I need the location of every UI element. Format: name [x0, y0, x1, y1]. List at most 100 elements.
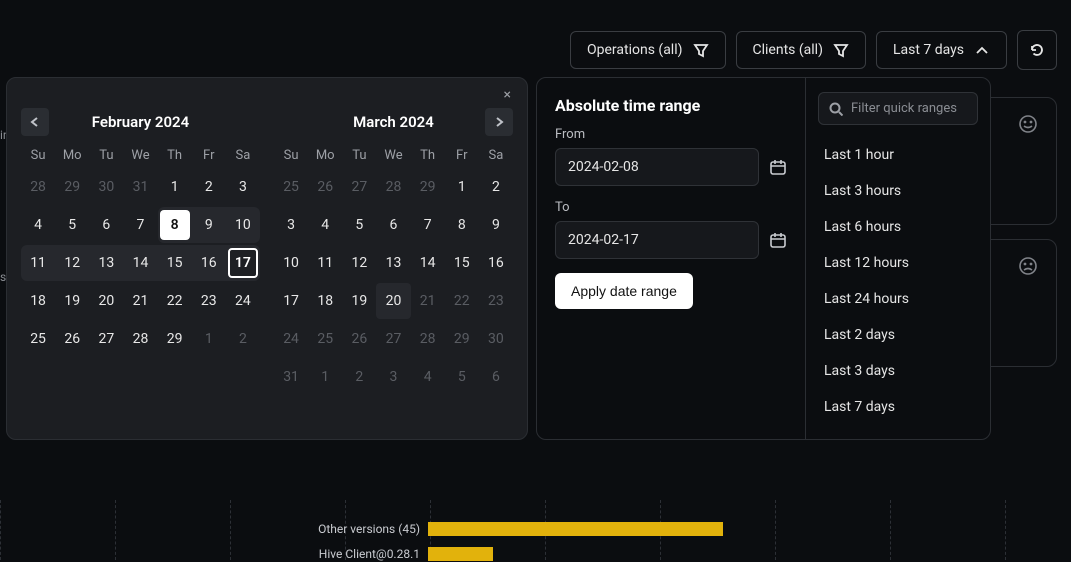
calendar-day[interactable]: 1: [308, 359, 342, 395]
apply-button[interactable]: Apply date range: [555, 273, 693, 309]
quick-range-item[interactable]: Last 2 days: [818, 317, 978, 353]
calendar-day[interactable]: 10: [274, 245, 308, 281]
calendar-day[interactable]: 24: [274, 321, 308, 357]
calendar-day[interactable]: 17: [274, 283, 308, 319]
calendar-day[interactable]: 6: [376, 207, 410, 243]
calendar-day[interactable]: 10: [226, 207, 260, 243]
calendar-day[interactable]: 6: [89, 207, 123, 243]
quick-range-item[interactable]: Last 3 days: [818, 353, 978, 389]
calendar-day[interactable]: 27: [376, 321, 410, 357]
calendar-day[interactable]: 20: [89, 283, 123, 319]
calendar-day[interactable]: 5: [55, 207, 89, 243]
calendar-day[interactable]: 16: [479, 245, 513, 281]
calendar-day[interactable]: 2: [479, 169, 513, 205]
calendar-day[interactable]: 30: [479, 321, 513, 357]
calendar-day[interactable]: 3: [376, 359, 410, 395]
calendar-day[interactable]: 15: [158, 245, 192, 281]
to-input[interactable]: [555, 221, 759, 259]
calendar-day[interactable]: 29: [411, 169, 445, 205]
calendar-day[interactable]: 27: [89, 321, 123, 357]
calendar-day[interactable]: 30: [89, 169, 123, 205]
close-icon[interactable]: ×: [502, 86, 513, 104]
calendar-day[interactable]: 1: [445, 169, 479, 205]
calendar-day[interactable]: 11: [21, 245, 55, 281]
quick-search[interactable]: [818, 92, 978, 125]
calendar-day[interactable]: 2: [226, 321, 260, 357]
calendar-day[interactable]: 7: [123, 207, 157, 243]
calendar-day[interactable]: 23: [479, 283, 513, 319]
calendar-day[interactable]: 26: [308, 169, 342, 205]
calendar-day[interactable]: 20: [376, 283, 410, 319]
calendar-day[interactable]: 26: [55, 321, 89, 357]
calendar-day[interactable]: 27: [342, 169, 376, 205]
next-month-button[interactable]: [485, 108, 513, 136]
calendar-day[interactable]: 24: [226, 283, 260, 319]
quick-range-item[interactable]: Last 3 hours: [818, 173, 978, 209]
calendar-day[interactable]: 5: [342, 207, 376, 243]
calendar-day[interactable]: 9: [192, 207, 226, 243]
calendar-day[interactable]: 25: [274, 169, 308, 205]
refresh-button[interactable]: [1017, 30, 1057, 70]
calendar-day[interactable]: 28: [123, 321, 157, 357]
calendar-day[interactable]: 3: [226, 169, 260, 205]
prev-month-button[interactable]: [21, 108, 49, 136]
operations-filter[interactable]: Operations (all): [570, 31, 726, 69]
calendar-day[interactable]: 7: [411, 207, 445, 243]
from-input[interactable]: [555, 148, 759, 186]
quick-range-item[interactable]: Last 1 hour: [818, 137, 978, 173]
calendar-day[interactable]: 3: [274, 207, 308, 243]
calendar-day[interactable]: 21: [123, 283, 157, 319]
calendar-day[interactable]: 12: [55, 245, 89, 281]
calendar-day[interactable]: 22: [158, 283, 192, 319]
calendar-icon[interactable]: [769, 158, 787, 176]
calendar-day[interactable]: 12: [342, 245, 376, 281]
calendar-day[interactable]: 19: [342, 283, 376, 319]
calendar-day[interactable]: 4: [21, 207, 55, 243]
calendar-day[interactable]: 8: [445, 207, 479, 243]
calendar-day[interactable]: 31: [274, 359, 308, 395]
calendar-day[interactable]: 21: [411, 283, 445, 319]
calendar-day[interactable]: 28: [376, 169, 410, 205]
calendar-day[interactable]: 14: [411, 245, 445, 281]
calendar-day[interactable]: 15: [445, 245, 479, 281]
calendar-day[interactable]: 29: [445, 321, 479, 357]
calendar-day[interactable]: 1: [192, 321, 226, 357]
calendar-day[interactable]: 26: [342, 321, 376, 357]
calendar-day[interactable]: 1: [158, 169, 192, 205]
range-filter[interactable]: Last 7 days: [876, 31, 1007, 69]
calendar-day[interactable]: 25: [308, 321, 342, 357]
quick-range-item[interactable]: Last 7 days: [818, 389, 978, 425]
clients-filter[interactable]: Clients (all): [736, 31, 866, 69]
calendar-day[interactable]: 8: [158, 207, 192, 243]
calendar-day[interactable]: 14: [123, 245, 157, 281]
calendar-day[interactable]: 4: [411, 359, 445, 395]
calendar-day[interactable]: 29: [158, 321, 192, 357]
calendar-day[interactable]: 2: [192, 169, 226, 205]
calendar-day[interactable]: 23: [192, 283, 226, 319]
calendar-day[interactable]: 31: [123, 169, 157, 205]
chart-bar[interactable]: [428, 522, 723, 536]
quick-range-item[interactable]: Last 24 hours: [818, 281, 978, 317]
calendar-day[interactable]: 19: [55, 283, 89, 319]
calendar-day[interactable]: 18: [21, 283, 55, 319]
calendar-icon[interactable]: [769, 231, 787, 249]
chart-bar[interactable]: [428, 547, 493, 561]
calendar-day[interactable]: 13: [89, 245, 123, 281]
calendar-day[interactable]: 16: [192, 245, 226, 281]
calendar-day[interactable]: 4: [308, 207, 342, 243]
calendar-day[interactable]: 18: [308, 283, 342, 319]
quick-search-input[interactable]: [851, 101, 967, 116]
calendar-day[interactable]: 6: [479, 359, 513, 395]
calendar-day[interactable]: 11: [308, 245, 342, 281]
calendar-day[interactable]: 25: [21, 321, 55, 357]
calendar-day[interactable]: 22: [445, 283, 479, 319]
calendar-day[interactable]: 9: [479, 207, 513, 243]
calendar-day[interactable]: 29: [55, 169, 89, 205]
quick-range-item[interactable]: Last 12 hours: [818, 245, 978, 281]
calendar-day[interactable]: 28: [21, 169, 55, 205]
calendar-day[interactable]: 2: [342, 359, 376, 395]
calendar-day[interactable]: 28: [411, 321, 445, 357]
calendar-day[interactable]: 13: [376, 245, 410, 281]
calendar-day[interactable]: 17: [226, 245, 260, 281]
calendar-day[interactable]: 5: [445, 359, 479, 395]
